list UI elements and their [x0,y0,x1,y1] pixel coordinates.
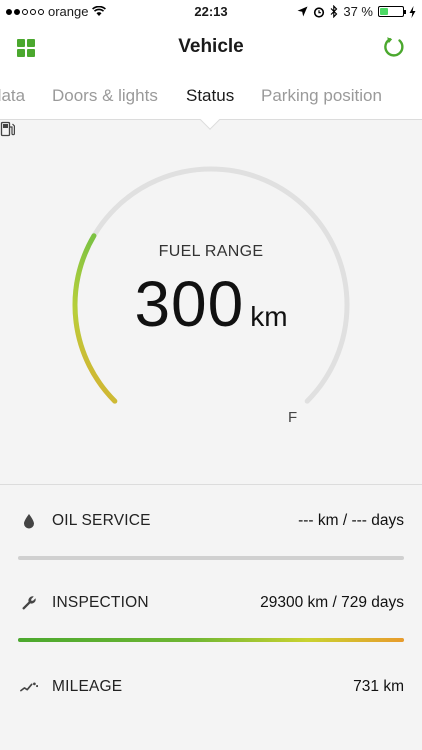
refresh-icon[interactable] [382,35,406,59]
app-header: Vehicle [0,24,422,70]
oil-drop-icon [24,514,34,529]
section-divider [0,484,422,485]
mileage-label: MILEAGE [52,678,123,695]
inspection-progress-fill [18,638,404,642]
fuel-range-unit: km [250,301,288,332]
oil-service-value: --- km / --- days [298,512,404,529]
tab-data[interactable]: data [0,86,25,106]
alarm-icon [314,6,325,18]
wrench-icon [22,596,36,610]
inspection-row: INSPECTION 29300 km / 729 days [0,588,422,618]
fuel-full-label: F [288,409,298,426]
location-arrow-icon [297,6,308,17]
page-title: Vehicle [178,36,244,57]
inspection-label: INSPECTION [52,594,149,611]
mileage-row: MILEAGE 731 km [0,672,422,702]
inspection-progress [18,638,404,642]
tab-doors-lights[interactable]: Doors & lights [52,86,158,106]
battery-percent: 37 % [343,4,373,19]
inspection-value: 29300 km / 729 days [260,594,404,611]
fuel-range-number: 300 [134,268,245,340]
fuel-gauge: FUEL RANGE 300 km F [0,121,422,483]
status-icons: 37 % [297,4,416,19]
status-bar: orange 22:13 37 % [0,0,422,24]
fuel-range-label: FUEL RANGE [158,243,264,260]
tab-parking-position[interactable]: Parking position [261,86,382,106]
fuel-range-value: 300 km [0,267,422,341]
oil-service-label: OIL SERVICE [52,512,151,529]
mileage-trend-icon [20,682,38,692]
oil-service-row: OIL SERVICE --- km / --- days [0,506,422,536]
fuel-pump-icon [0,121,15,137]
charging-bolt-icon [409,5,416,18]
tab-status[interactable]: Status [186,86,234,106]
mileage-value: 731 km [353,678,404,695]
bluetooth-icon [330,5,338,18]
battery-icon [378,6,406,17]
oil-service-progress [18,556,404,560]
